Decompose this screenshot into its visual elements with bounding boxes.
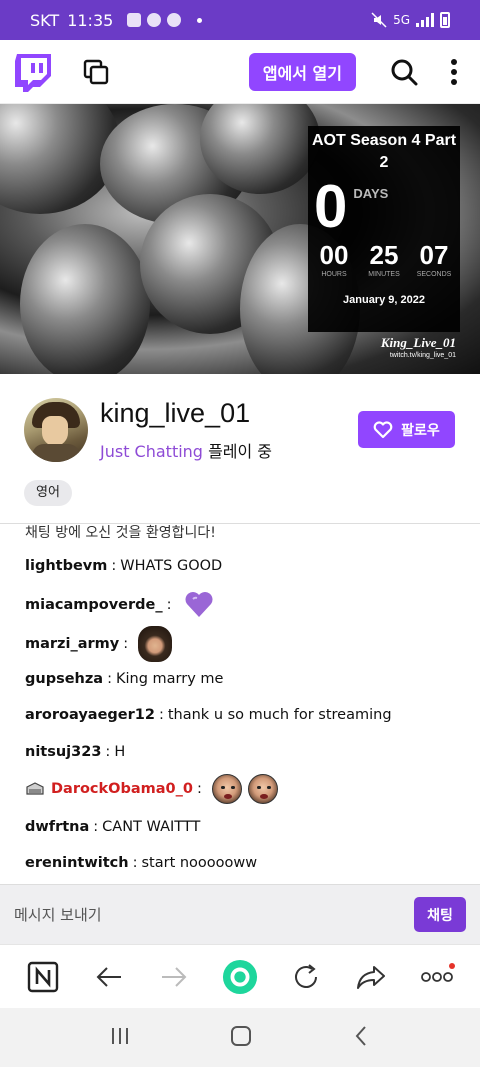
android-nav-bar bbox=[0, 1008, 480, 1067]
chat-text: H bbox=[114, 744, 126, 760]
language-tag[interactable]: 영어 bbox=[24, 480, 72, 506]
chat-app-icon bbox=[147, 13, 162, 27]
avatar-face bbox=[42, 416, 68, 446]
avatar[interactable] bbox=[24, 398, 88, 462]
heart-icon bbox=[373, 420, 393, 438]
countdown-hours-label: HOURS bbox=[321, 271, 347, 278]
chat-text: King marry me bbox=[115, 671, 224, 687]
forward-arrow-icon[interactable] bbox=[156, 959, 192, 995]
copy-icon[interactable] bbox=[82, 58, 110, 86]
refresh-icon[interactable] bbox=[288, 959, 324, 995]
chat-username[interactable]: gupsehza bbox=[25, 671, 103, 687]
chat-username[interactable]: erenintwitch bbox=[25, 855, 129, 871]
countdown-days: 0 bbox=[314, 173, 348, 240]
channel-info: king_live_01 Just Chatting 플레이 중 팔로우 영어 bbox=[0, 374, 480, 524]
home-icon[interactable] bbox=[229, 1024, 253, 1052]
countdown-seconds: 07 bbox=[419, 240, 449, 270]
afro-face-emote-icon bbox=[138, 626, 173, 662]
mute-icon bbox=[371, 12, 387, 28]
search-icon[interactable] bbox=[390, 58, 418, 86]
signal-icon bbox=[416, 13, 434, 27]
network-label: 5G bbox=[393, 13, 410, 27]
purple-heart-emote-icon bbox=[185, 592, 212, 617]
browser-toolbar bbox=[0, 944, 480, 1008]
chat-message: miacampoverde_: bbox=[25, 590, 214, 620]
channel-category: Just Chatting 플레이 중 bbox=[100, 438, 272, 462]
chat-text: WHATS GOOD bbox=[120, 558, 223, 574]
twitch-logo-icon[interactable] bbox=[14, 52, 52, 92]
game-link[interactable]: Just Chatting bbox=[100, 442, 203, 461]
playing-suffix: 플레이 중 bbox=[208, 442, 273, 461]
chat-text: start noooooww bbox=[141, 855, 258, 871]
chat-message: dwfrtna: CANT WAITTT bbox=[25, 819, 201, 835]
countdown-days-label: DAYS bbox=[353, 186, 389, 201]
talk-app-icon bbox=[167, 13, 182, 27]
notification-icon bbox=[127, 13, 142, 27]
back-icon[interactable] bbox=[351, 1024, 371, 1052]
chat-input-bar: 채팅 bbox=[0, 884, 480, 944]
chat-username[interactable]: marzi_army bbox=[25, 636, 119, 652]
countdown-hours: 00 bbox=[319, 240, 349, 270]
face-emote-icon bbox=[247, 774, 278, 804]
stream-watermark: King_Live_01 twitch.tv/king_live_01 bbox=[381, 336, 456, 362]
chat-message: gupsehza: King marry me bbox=[25, 671, 224, 687]
chat-username[interactable]: nitsuj323 bbox=[25, 744, 101, 760]
bg-blob bbox=[20, 224, 150, 374]
countdown-overlay: AOT Season 4 Part 2 0 DAYS 00 HOURS 25 MIN… bbox=[308, 126, 460, 332]
countdown-minutes-label: MINUTES bbox=[368, 271, 400, 278]
chat-welcome: 채팅 방에 오신 것을 환영합니다! bbox=[25, 525, 216, 541]
chat-message: aroroayaeger12: thank u so much for strea… bbox=[25, 707, 392, 723]
more-notifications-dot bbox=[197, 17, 203, 23]
countdown-seconds-label: SECONDS bbox=[416, 271, 452, 278]
chat-message: erenintwitch: start noooooww bbox=[25, 855, 258, 871]
chat-message: nitsuj323: H bbox=[25, 744, 126, 760]
green-home-icon[interactable] bbox=[222, 959, 258, 995]
avatar-body bbox=[32, 444, 80, 462]
countdown-title: AOT Season 4 Part 2 bbox=[311, 132, 457, 171]
video-player[interactable]: AOT Season 4 Part 2 0 DAYS 00 HOURS 25 MIN… bbox=[0, 104, 480, 374]
clock: 11:35 bbox=[67, 10, 114, 30]
chat-username[interactable]: dwfrtna bbox=[25, 819, 89, 835]
face-emote-icon bbox=[211, 774, 242, 804]
watermark-url: twitch.tv/king_live_01 bbox=[389, 352, 456, 359]
chat-username[interactable]: lightbevm bbox=[25, 558, 107, 574]
open-in-app-button[interactable]: 앱에서 열기 bbox=[248, 52, 356, 91]
chat-username[interactable]: miacampoverde_ bbox=[25, 597, 163, 613]
follow-button[interactable]: 팔로우 bbox=[358, 411, 455, 448]
naver-home-icon[interactable] bbox=[25, 959, 61, 995]
more-options-icon[interactable] bbox=[419, 959, 456, 995]
chat-message-input[interactable] bbox=[14, 905, 414, 924]
back-arrow-icon[interactable] bbox=[91, 959, 127, 995]
share-icon[interactable] bbox=[353, 959, 389, 995]
notification-dot bbox=[449, 962, 456, 969]
follow-label: 팔로우 bbox=[401, 422, 440, 439]
more-vertical-icon[interactable] bbox=[450, 58, 458, 85]
channel-name[interactable]: king_live_01 bbox=[100, 398, 250, 429]
chat-text: CANT WAITTT bbox=[102, 819, 201, 835]
chat-text: thank u so much for streaming bbox=[167, 707, 392, 723]
watermark-name: King_Live_01 bbox=[380, 335, 456, 350]
chat-username[interactable]: DarockObama0_0 bbox=[51, 781, 193, 797]
chat-send-button[interactable]: 채팅 bbox=[414, 897, 466, 932]
chat-username[interactable]: aroroayaeger12 bbox=[25, 707, 155, 723]
battery-icon bbox=[440, 12, 450, 28]
carrier-label: SKT bbox=[30, 10, 60, 30]
countdown-minutes: 25 bbox=[369, 240, 399, 270]
chat-badge-icon bbox=[26, 782, 44, 795]
chat-message: lightbevm: WHATS GOOD bbox=[25, 558, 223, 574]
chat-panel: 채팅 방에 오신 것을 환영합니다! lightbevm: WHATS GOOD … bbox=[0, 524, 480, 884]
chat-message: DarockObama0_0: bbox=[25, 774, 278, 804]
status-bar: SKT 11:35 5G bbox=[0, 0, 480, 40]
countdown-date: January 9, 2022 bbox=[343, 294, 425, 306]
top-nav: 앱에서 열기 bbox=[0, 40, 480, 104]
recent-apps-icon[interactable] bbox=[109, 1025, 131, 1051]
chat-message: marzi_army: bbox=[25, 626, 173, 662]
